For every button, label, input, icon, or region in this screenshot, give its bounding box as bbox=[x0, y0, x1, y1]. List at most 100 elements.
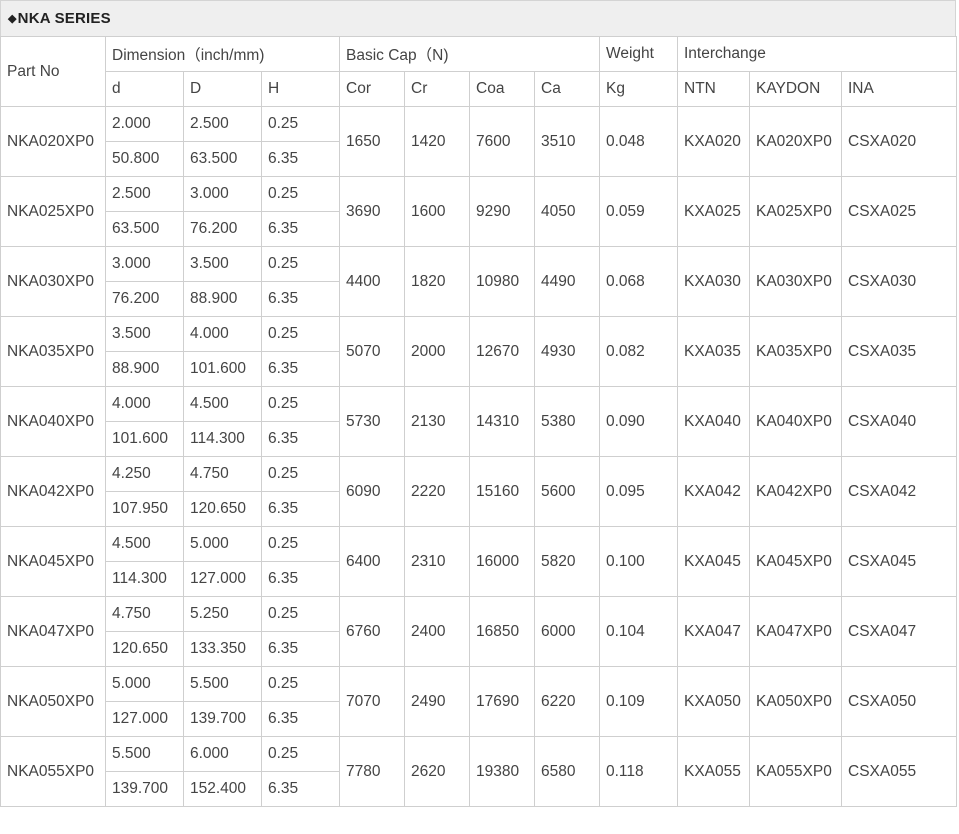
table-row: NKA030XP0 3.000 3.500 0.25 4400 1820 10980 4490… bbox=[0, 246, 957, 317]
H-inch-cell: 0.25 bbox=[261, 596, 340, 632]
part-no-cell: NKA055XP0 bbox=[0, 736, 106, 807]
D-inch-cell: 3.500 bbox=[183, 246, 262, 282]
part-no-cell: NKA047XP0 bbox=[0, 596, 106, 667]
part-no-cell: NKA042XP0 bbox=[0, 456, 106, 527]
table-row: NKA042XP0 4.250 4.750 0.25 6090 2220 15160 5600… bbox=[0, 456, 957, 527]
ca-cell: 5600 bbox=[534, 456, 600, 527]
D-inch-cell: 2.500 bbox=[183, 106, 262, 142]
table-row: NKA020XP0 2.000 2.500 0.25 1650 1420 7600 3510 0… bbox=[0, 106, 957, 177]
D-mm-cell: 127.000 bbox=[183, 561, 262, 597]
header-row-sub: d D H Cor Cr Coa Ca Kg NTN KAYDON INA bbox=[1, 71, 957, 107]
cr-cell: 1600 bbox=[404, 176, 470, 247]
ca-cell: 6580 bbox=[534, 736, 600, 807]
cor-cell: 4400 bbox=[339, 246, 405, 317]
D-inch-cell: 5.000 bbox=[183, 526, 262, 562]
H-mm-cell: 6.35 bbox=[261, 281, 340, 317]
D-mm-cell: 152.400 bbox=[183, 771, 262, 807]
coa-cell: 19380 bbox=[469, 736, 535, 807]
ca-cell: 6220 bbox=[534, 666, 600, 737]
coa-cell: 14310 bbox=[469, 386, 535, 457]
H-mm-cell: 6.35 bbox=[261, 771, 340, 807]
d-mm-cell: 107.950 bbox=[105, 491, 184, 527]
part-no-cell: NKA035XP0 bbox=[0, 316, 106, 387]
ina-cell: CSXA030 bbox=[841, 246, 957, 317]
header-d: d bbox=[105, 71, 184, 107]
coa-cell: 16850 bbox=[469, 596, 535, 667]
ca-cell: 4490 bbox=[534, 246, 600, 317]
ntn-cell: KXA035 bbox=[677, 316, 750, 387]
H-mm-cell: 6.35 bbox=[261, 211, 340, 247]
ca-cell: 4930 bbox=[534, 316, 600, 387]
part-no-cell: NKA020XP0 bbox=[0, 106, 106, 177]
ina-cell: CSXA020 bbox=[841, 106, 957, 177]
cor-cell: 5730 bbox=[339, 386, 405, 457]
H-inch-cell: 0.25 bbox=[261, 106, 340, 142]
cor-cell: 7780 bbox=[339, 736, 405, 807]
cor-cell: 6760 bbox=[339, 596, 405, 667]
table-body: NKA020XP0 2.000 2.500 0.25 1650 1420 7600 3510 0… bbox=[0, 106, 957, 807]
part-no-cell: NKA030XP0 bbox=[0, 246, 106, 317]
table-row: NKA050XP0 5.000 5.500 0.25 7070 2490 17690 6220… bbox=[0, 666, 957, 737]
cor-cell: 3690 bbox=[339, 176, 405, 247]
ina-cell: CSXA040 bbox=[841, 386, 957, 457]
ina-cell: CSXA047 bbox=[841, 596, 957, 667]
D-mm-cell: 120.650 bbox=[183, 491, 262, 527]
cor-cell: 5070 bbox=[339, 316, 405, 387]
d-inch-cell: 4.750 bbox=[105, 596, 184, 632]
D-inch-cell: 4.750 bbox=[183, 456, 262, 492]
ntn-cell: KXA042 bbox=[677, 456, 750, 527]
cor-cell: 1650 bbox=[339, 106, 405, 177]
kaydon-cell: KA050XP0 bbox=[749, 666, 842, 737]
header-D: D bbox=[183, 71, 262, 107]
H-inch-cell: 0.25 bbox=[261, 736, 340, 772]
weight-cell: 0.118 bbox=[599, 736, 678, 807]
part-no-cell: NKA045XP0 bbox=[0, 526, 106, 597]
d-inch-cell: 5.000 bbox=[105, 666, 184, 702]
table-row: NKA035XP0 3.500 4.000 0.25 5070 2000 12670 4930… bbox=[0, 316, 957, 387]
H-mm-cell: 6.35 bbox=[261, 491, 340, 527]
table-row: NKA045XP0 4.500 5.000 0.25 6400 2310 16000 5820… bbox=[0, 526, 957, 597]
H-mm-cell: 6.35 bbox=[261, 631, 340, 667]
D-inch-cell: 5.500 bbox=[183, 666, 262, 702]
weight-cell: 0.068 bbox=[599, 246, 678, 317]
H-inch-cell: 0.25 bbox=[261, 246, 340, 282]
header-ca: Ca bbox=[534, 71, 600, 107]
ina-cell: CSXA035 bbox=[841, 316, 957, 387]
d-inch-cell: 3.000 bbox=[105, 246, 184, 282]
weight-cell: 0.109 bbox=[599, 666, 678, 737]
weight-cell: 0.082 bbox=[599, 316, 678, 387]
ina-cell: CSXA045 bbox=[841, 526, 957, 597]
nka-series-table: Part No Dimension（inch/mm) Basic Cap（N) … bbox=[0, 36, 957, 807]
kaydon-cell: KA042XP0 bbox=[749, 456, 842, 527]
table-row: NKA055XP0 5.500 6.000 0.25 7780 2620 19380 6580… bbox=[0, 736, 957, 807]
d-mm-cell: 114.300 bbox=[105, 561, 184, 597]
ntn-cell: KXA045 bbox=[677, 526, 750, 597]
ca-cell: 6000 bbox=[534, 596, 600, 667]
D-inch-cell: 6.000 bbox=[183, 736, 262, 772]
kaydon-cell: KA020XP0 bbox=[749, 106, 842, 177]
ca-cell: 3510 bbox=[534, 106, 600, 177]
ina-cell: CSXA050 bbox=[841, 666, 957, 737]
header-interchange: Interchange bbox=[677, 36, 957, 72]
coa-cell: 7600 bbox=[469, 106, 535, 177]
series-title: ◆NKA SERIES bbox=[8, 10, 111, 27]
header-row-main: Part No Dimension（inch/mm) Basic Cap（N) … bbox=[0, 36, 957, 107]
header-H: H bbox=[261, 71, 340, 107]
d-inch-cell: 5.500 bbox=[105, 736, 184, 772]
header-ina: INA bbox=[841, 71, 957, 107]
kaydon-cell: KA040XP0 bbox=[749, 386, 842, 457]
ca-cell: 5380 bbox=[534, 386, 600, 457]
coa-cell: 12670 bbox=[469, 316, 535, 387]
header-basic-cap: Basic Cap（N) bbox=[339, 36, 600, 72]
table-row: NKA025XP0 2.500 3.000 0.25 3690 1600 9290 4050 0… bbox=[0, 176, 957, 247]
d-inch-cell: 2.000 bbox=[105, 106, 184, 142]
part-no-cell: NKA050XP0 bbox=[0, 666, 106, 737]
H-mm-cell: 6.35 bbox=[261, 561, 340, 597]
H-inch-cell: 0.25 bbox=[261, 316, 340, 352]
D-mm-cell: 88.900 bbox=[183, 281, 262, 317]
ntn-cell: KXA055 bbox=[677, 736, 750, 807]
ntn-cell: KXA047 bbox=[677, 596, 750, 667]
series-title-text: NKA SERIES bbox=[17, 10, 111, 27]
header-cr: Cr bbox=[404, 71, 470, 107]
header-kg: Kg bbox=[599, 71, 678, 107]
